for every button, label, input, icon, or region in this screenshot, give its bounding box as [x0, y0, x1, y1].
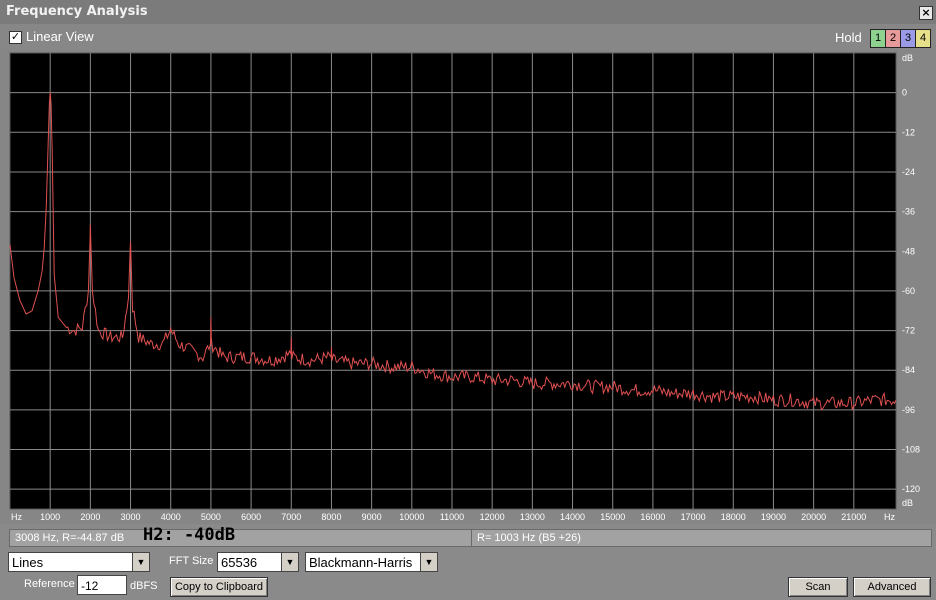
chevron-down-icon: ▼	[132, 553, 149, 571]
x-tick-label: 15000	[600, 512, 625, 522]
hold-button-2[interactable]: 2	[885, 29, 901, 48]
x-tick-label: 11000	[440, 512, 464, 522]
x-tick-label: 18000	[721, 512, 746, 522]
window-function-select[interactable]: Blackmann-Harris ▼	[305, 552, 438, 572]
chevron-down-icon: ▼	[281, 553, 298, 571]
x-tick-label: 16000	[640, 512, 665, 522]
y-tick-label: -24	[902, 167, 915, 177]
hold-button-4[interactable]: 4	[915, 29, 931, 48]
x-tick-label: 6000	[241, 512, 261, 522]
reference-input[interactable]: -12	[77, 575, 127, 595]
y-tick-label: -36	[902, 207, 915, 217]
y-tick-label: -72	[902, 326, 915, 336]
hold-button-1[interactable]: 1	[870, 29, 886, 48]
y-unit-label: dB	[902, 498, 913, 508]
x-tick-label: 17000	[681, 512, 706, 522]
fft-size-value: 65536	[221, 555, 258, 570]
x-tick-label: 10000	[399, 512, 424, 522]
x-tick-label: 21000	[841, 512, 866, 522]
x-tick-label: 12000	[480, 512, 505, 522]
hold-label: Hold	[835, 30, 862, 45]
fft-size-select[interactable]: 65536 ▼	[217, 552, 299, 572]
cursor-readout: 3008 Hz, R=-44.87 dB	[9, 529, 472, 547]
hold-button-3[interactable]: 3	[900, 29, 916, 48]
spectrum-plot[interactable]: 1000 2000 3000 4000 5000 6000 7000 8000 9000 1000…	[0, 50, 936, 524]
y-tick-label: 0	[902, 88, 907, 98]
reference-unit-label: dBFS	[130, 580, 158, 592]
linear-view-label: Linear View	[26, 29, 94, 44]
display-mode-select[interactable]: Lines ▼	[8, 552, 150, 572]
x-tick-label: 5000	[201, 512, 221, 522]
y-unit-label: dB	[902, 53, 913, 63]
plot-background	[9, 52, 897, 510]
window-title: Frequency Analysis	[6, 4, 148, 19]
toolbar: ✓ Linear View Hold 1 2 3 4	[0, 24, 936, 50]
x-unit-label: Hz	[11, 512, 22, 522]
x-tick-label: 8000	[321, 512, 341, 522]
scan-button[interactable]: Scan	[788, 577, 848, 597]
x-tick-label: 2000	[80, 512, 100, 522]
x-tick-label: 19000	[761, 512, 786, 522]
close-button[interactable]: ×	[919, 6, 933, 20]
y-tick-label: -96	[902, 405, 915, 415]
x-tick-label: 7000	[281, 512, 301, 522]
y-tick-label: -12	[902, 127, 915, 137]
copy-to-clipboard-button[interactable]: Copy to Clipboard	[170, 577, 268, 597]
chevron-down-icon: ▼	[420, 553, 437, 571]
advanced-button[interactable]: Advanced	[853, 577, 931, 597]
title-bar: Frequency Analysis ×	[0, 0, 936, 25]
y-tick-label: -48	[902, 246, 915, 256]
x-tick-label: 1000	[40, 512, 60, 522]
fft-size-label: FFT Size	[169, 555, 214, 567]
x-unit-label: Hz	[884, 512, 895, 522]
x-tick-label: 13000	[520, 512, 545, 522]
y-tick-label: -108	[902, 445, 920, 455]
y-tick-label: -84	[902, 365, 915, 375]
x-tick-label: 20000	[801, 512, 826, 522]
reference-label: Reference	[24, 578, 75, 590]
harmonic-label: H2: -40dB	[143, 525, 236, 545]
x-tick-label: 14000	[560, 512, 585, 522]
x-tick-label: 4000	[161, 512, 181, 522]
y-tick-label: -60	[902, 286, 915, 296]
x-tick-label: 9000	[362, 512, 382, 522]
y-tick-label: -120	[902, 484, 920, 494]
display-mode-value: Lines	[12, 555, 44, 570]
window-function-value: Blackmann-Harris	[309, 555, 413, 570]
x-tick-label: 3000	[121, 512, 141, 522]
reference-readout: R= 1003 Hz (B5 +26)	[471, 529, 932, 547]
linear-view-checkbox[interactable]: ✓	[9, 31, 22, 44]
